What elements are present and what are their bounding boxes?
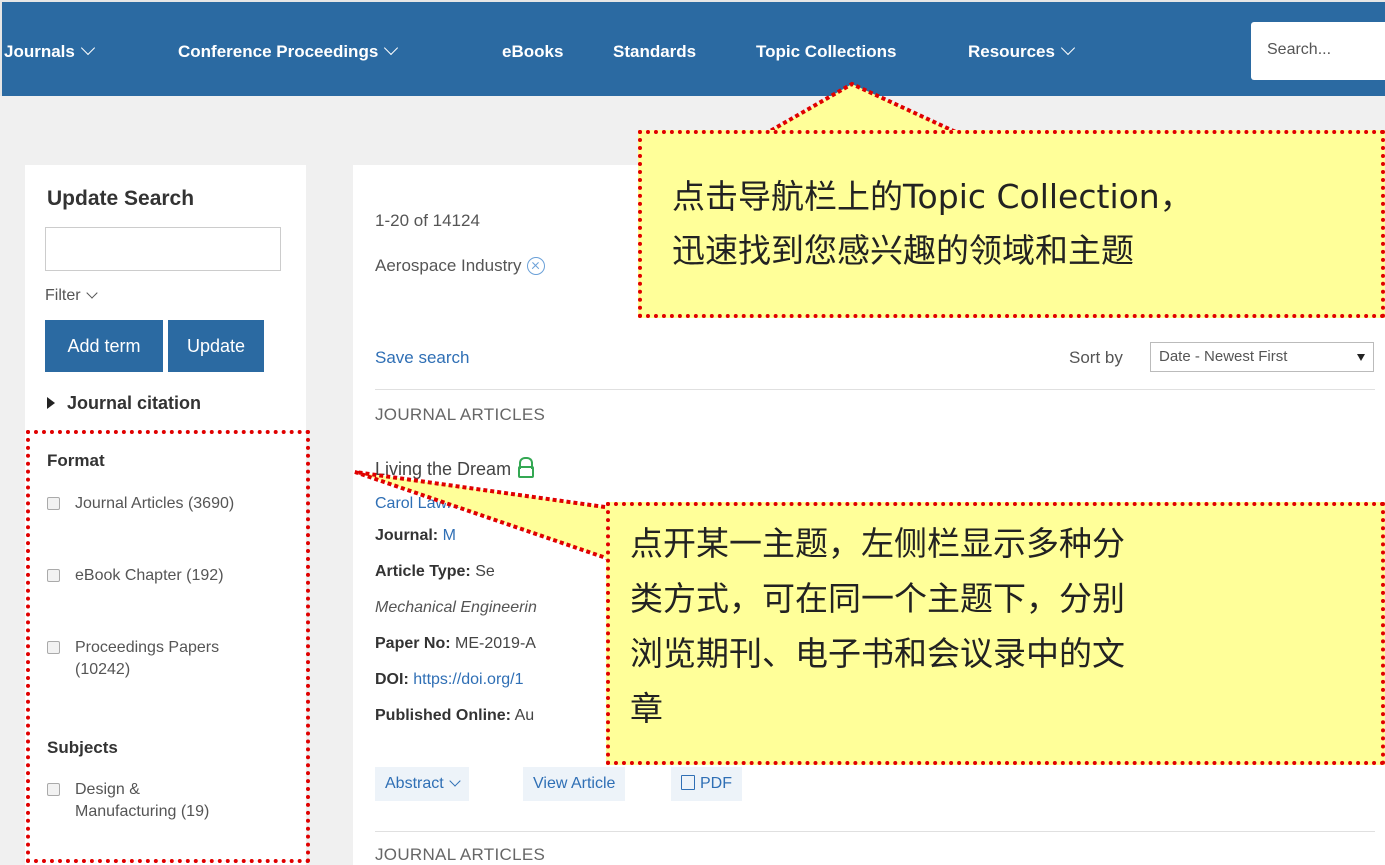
facet-callout: 点开某一主题，左侧栏显示多种分 类方式，可在同一个主题下，分别 浏览期刊、电子书… (606, 502, 1385, 765)
topic-collection-callout: 点击导航栏上的Topic Collection， 迅速找到您感兴趣的领域和主题 (638, 130, 1385, 318)
callout-text-line: 迅速找到您感兴趣的领域和主题 (672, 231, 1134, 270)
top-callout-pointer (765, 84, 960, 134)
callout-text-line: 点击导航栏上的Topic Collection， (672, 177, 1193, 216)
callout-text-line: 类方式，可在同一个主题下，分别 (630, 579, 1125, 618)
callout-text-line: 章 (630, 689, 663, 728)
callout-text-line: 浏览期刊、电子书和会议录中的文 (630, 634, 1125, 673)
callout-text-line: 点开某一主题，左侧栏显示多种分 (630, 524, 1125, 563)
